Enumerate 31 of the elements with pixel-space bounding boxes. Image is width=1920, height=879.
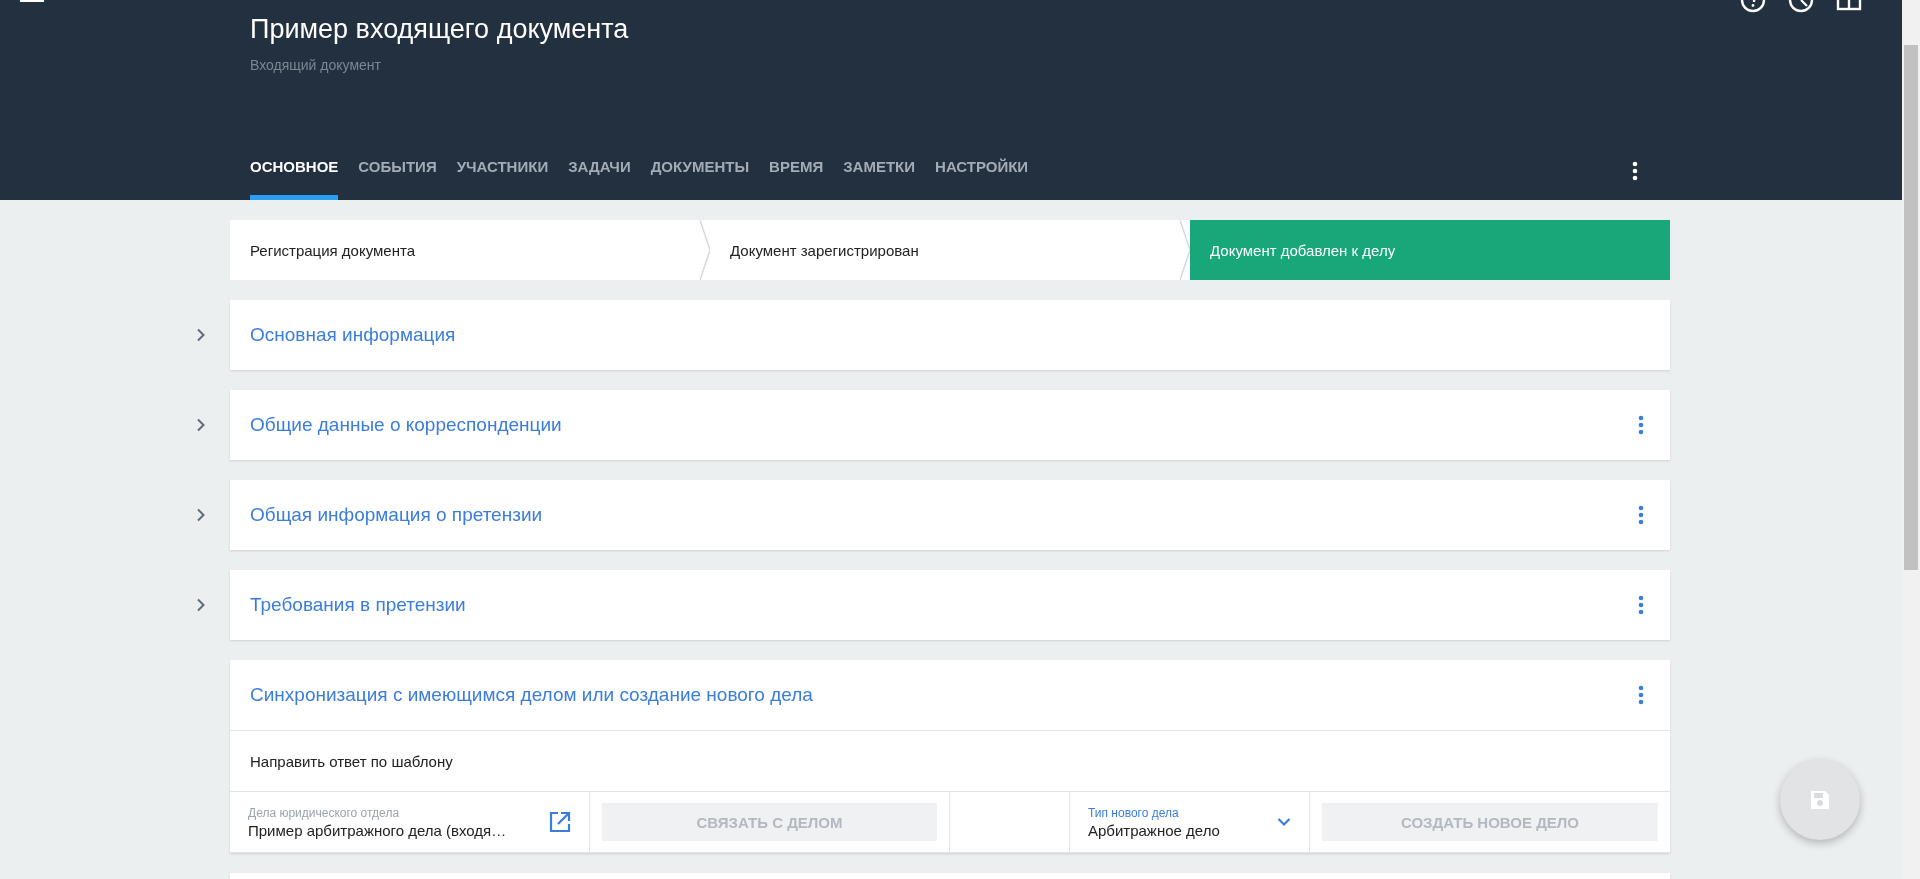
document-subtitle: Входящий документ: [250, 57, 382, 73]
tab[interactable]: УЧАСТНИКИ: [456, 142, 549, 200]
tab[interactable]: НАСТРОЙКИ: [935, 142, 1029, 200]
section-title[interactable]: Основная информация: [250, 324, 456, 346]
progress-step: Документ зарегистрирован: [710, 220, 1190, 280]
section-title[interactable]: Общие данные о корреспонденции: [250, 414, 562, 436]
more-icon[interactable]: [1632, 161, 1638, 181]
case-type-select[interactable]: Тип нового дела Арбитражное дело: [1088, 805, 1220, 839]
tab[interactable]: ДОКУМЕНТЫ: [650, 142, 750, 200]
tab[interactable]: СОБЫТИЯ: [358, 142, 437, 200]
external-link-icon[interactable]: [549, 811, 571, 833]
progress-step: Документ добавлен к делу: [1190, 220, 1670, 280]
step-separator: [1180, 220, 1192, 280]
section-title[interactable]: Синхронизация с имеющимся делом или создание нового дела: [250, 684, 813, 706]
tab[interactable]: ВРЕМЯ: [769, 142, 824, 200]
chevron-right-icon[interactable]: [196, 508, 206, 522]
section-title[interactable]: Общая информация о претензии: [250, 504, 543, 526]
scrollbar[interactable]: [1902, 0, 1920, 879]
document-title: Пример входящего документа: [250, 14, 630, 45]
chevron-right-icon[interactable]: [196, 418, 206, 432]
chevron-right-icon[interactable]: [196, 598, 206, 612]
chevron-right-icon[interactable]: [196, 328, 206, 342]
progress-step: Регистрация документа: [230, 220, 710, 280]
tab[interactable]: ЗАМЕТКИ: [843, 142, 916, 200]
chevron-down-icon[interactable]: [1277, 817, 1291, 827]
tab[interactable]: ЗАДАЧИ: [568, 142, 631, 200]
case-field[interactable]: Дела юридического отдела Пример арбитражного дела (входя…: [248, 805, 507, 839]
step-separator: [700, 220, 712, 280]
template-label: Направить ответ по шаблону: [230, 730, 1670, 791]
tab[interactable]: ОСНОВНОЕ: [250, 142, 339, 200]
section-title[interactable]: Требования в претензии: [250, 594, 466, 616]
